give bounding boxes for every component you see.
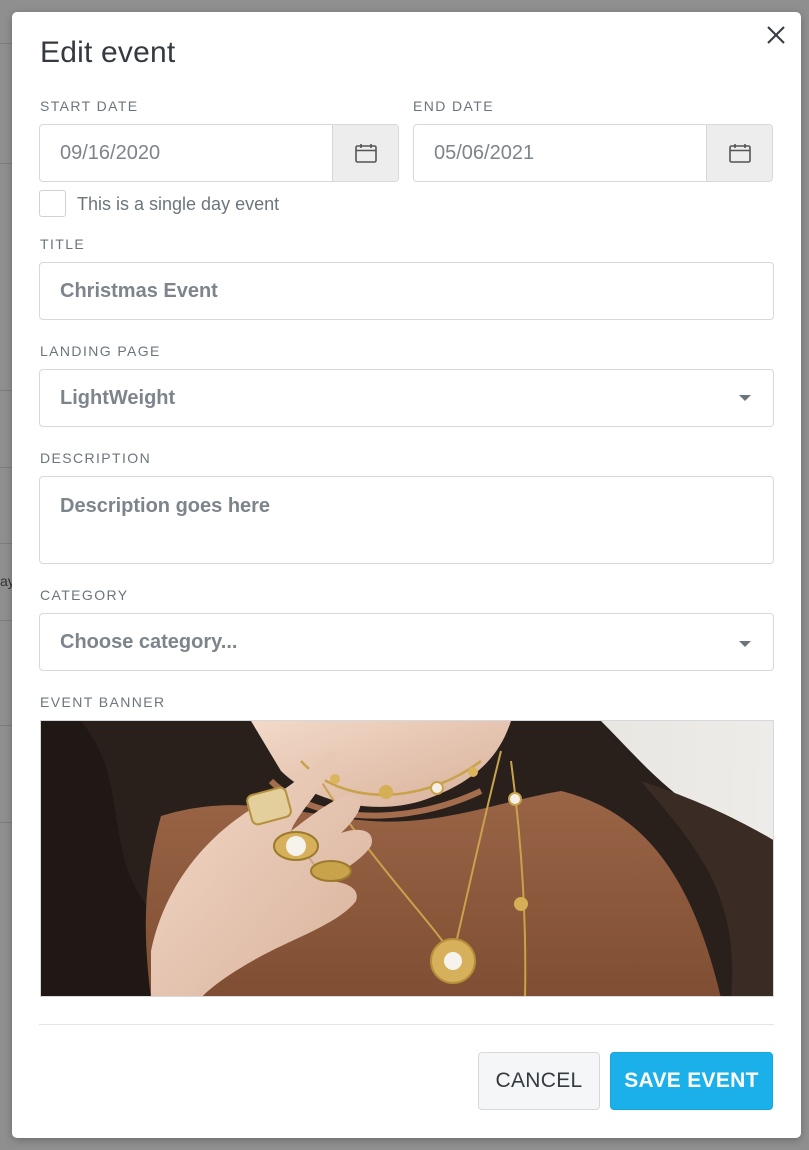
- save-event-button[interactable]: SAVE EVENT: [610, 1052, 773, 1110]
- end-date-field: 05/06/2021: [413, 124, 773, 182]
- background-text: ay: [0, 573, 12, 589]
- description-textarea[interactable]: Description goes here: [39, 476, 774, 564]
- calendar-icon: [354, 144, 377, 163]
- title-input[interactable]: Christmas Event: [39, 262, 774, 320]
- calendar-icon: [728, 144, 751, 163]
- chevron-down-icon: [739, 395, 751, 401]
- landing-page-selected-value: LightWeight: [60, 386, 176, 409]
- end-date-calendar-button[interactable]: [706, 125, 772, 181]
- end-date-label: END DATE: [413, 98, 494, 114]
- footer-divider: [39, 1024, 774, 1025]
- cancel-button[interactable]: CANCEL: [478, 1052, 600, 1110]
- event-banner-label: EVENT BANNER: [40, 694, 166, 710]
- background-divider: [0, 822, 12, 823]
- chevron-down-icon: [739, 641, 751, 647]
- event-banner-image[interactable]: [40, 720, 774, 997]
- single-day-checkbox-label[interactable]: This is a single day event: [77, 194, 279, 215]
- title-label: TITLE: [40, 236, 86, 252]
- background-divider: [0, 620, 12, 621]
- category-label: CATEGORY: [40, 587, 129, 603]
- background-divider: [0, 390, 12, 391]
- close-icon: [767, 26, 785, 44]
- background-divider: [0, 543, 12, 544]
- start-date-label: START DATE: [40, 98, 139, 114]
- description-placeholder: Description goes here: [60, 495, 271, 517]
- background-divider: [0, 467, 12, 468]
- banner-photo: [41, 721, 773, 996]
- landing-page-label: LANDING PAGE: [40, 343, 161, 359]
- start-date-calendar-button[interactable]: [332, 125, 398, 181]
- single-day-checkbox[interactable]: [39, 190, 66, 217]
- background-divider: [0, 163, 12, 164]
- category-placeholder: Choose category...: [60, 630, 238, 653]
- dialog-title: Edit event: [40, 36, 176, 69]
- end-date-input[interactable]: 05/06/2021: [414, 125, 706, 181]
- background-divider: [0, 725, 12, 726]
- landing-page-select[interactable]: LightWeight: [39, 369, 774, 427]
- start-date-field: 09/16/2020: [39, 124, 399, 182]
- start-date-input[interactable]: 09/16/2020: [40, 125, 332, 181]
- description-label: DESCRIPTION: [40, 450, 152, 466]
- edit-event-dialog: Edit event START DATE 09/16/2020 END DAT…: [12, 12, 801, 1138]
- category-select[interactable]: Choose category...: [39, 613, 774, 671]
- background-divider: [0, 43, 12, 44]
- close-button[interactable]: [765, 24, 787, 46]
